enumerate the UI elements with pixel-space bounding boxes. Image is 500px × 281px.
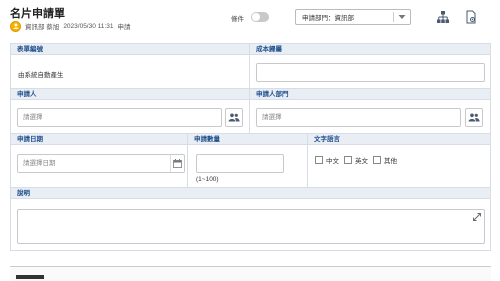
application-form: 表單編號 成本歸屬 由系統自動產生 申請人 申請人部門 請選擇 請選擇 申請日期… (10, 43, 491, 251)
apply-date-placeholder: 請選擇日期 (23, 160, 56, 167)
applicant-label: 申請人 (11, 89, 250, 100)
cost-dept-input[interactable] (256, 63, 485, 82)
form-header: 名片申請單 資訊部 蔡旭 2023/05/30 11:31 申請 條件 申請部門… (0, 0, 500, 36)
description-textarea[interactable] (17, 209, 485, 244)
applicant-input[interactable]: 請選擇 (17, 108, 222, 127)
quantity-input[interactable] (196, 154, 284, 173)
checkbox[interactable] (373, 156, 381, 164)
org-chart-icon[interactable] (436, 10, 450, 24)
quantity-label: 申請數量 (188, 134, 308, 145)
timestamp: 2023/05/30 11:31 (63, 22, 114, 30)
language-option-other[interactable]: 其他 (373, 155, 397, 165)
form-meta: 資訊部 蔡旭 2023/05/30 11:31 申請 (10, 20, 134, 32)
language-label: 文字語言 (308, 134, 490, 145)
applicant-picker-button[interactable] (225, 108, 243, 127)
department-select[interactable]: 申請部門：資訊部 (295, 9, 411, 25)
applicant-dept-picker-button[interactable] (465, 108, 483, 127)
status-badge: 申請 (117, 24, 131, 31)
apply-date-label: 申請日期 (11, 134, 188, 145)
applicant-dept-label: 申請人部門 (250, 89, 490, 100)
next-section-card (10, 266, 491, 281)
cost-dept-label: 成本歸屬 (250, 44, 490, 55)
document-settings-icon[interactable] (464, 10, 478, 24)
chevron-down-icon (398, 15, 406, 19)
description-label: 說明 (11, 188, 490, 199)
users-icon (468, 113, 480, 122)
quantity-hint: (1~100) (196, 176, 219, 183)
checkbox[interactable] (315, 156, 323, 164)
condition-label: 條件 (231, 16, 244, 23)
language-option-english[interactable]: 英文 (344, 155, 368, 165)
avatar (10, 20, 21, 32)
checkbox[interactable] (344, 156, 352, 164)
applicant-dept-input[interactable]: 請選擇 (256, 108, 461, 127)
calendar-icon (173, 159, 182, 168)
apply-date-input[interactable]: 請選擇日期 (17, 154, 185, 173)
form-no-label: 表單編號 (11, 44, 250, 55)
calendar-button[interactable] (170, 155, 184, 172)
expand-icon[interactable] (473, 213, 481, 221)
department-select-value: 申請部門：資訊部 (302, 15, 354, 22)
form-no-value: 由系統自動產生 (18, 72, 64, 79)
page-title: 名片申請單 (10, 8, 65, 20)
users-icon (228, 113, 240, 122)
condition-toggle[interactable] (251, 12, 269, 22)
language-option-chinese[interactable]: 中文 (315, 155, 339, 165)
language-options: 中文 英文 其他 (315, 155, 402, 165)
applicant-name: 資訊部 蔡旭 (25, 24, 60, 31)
